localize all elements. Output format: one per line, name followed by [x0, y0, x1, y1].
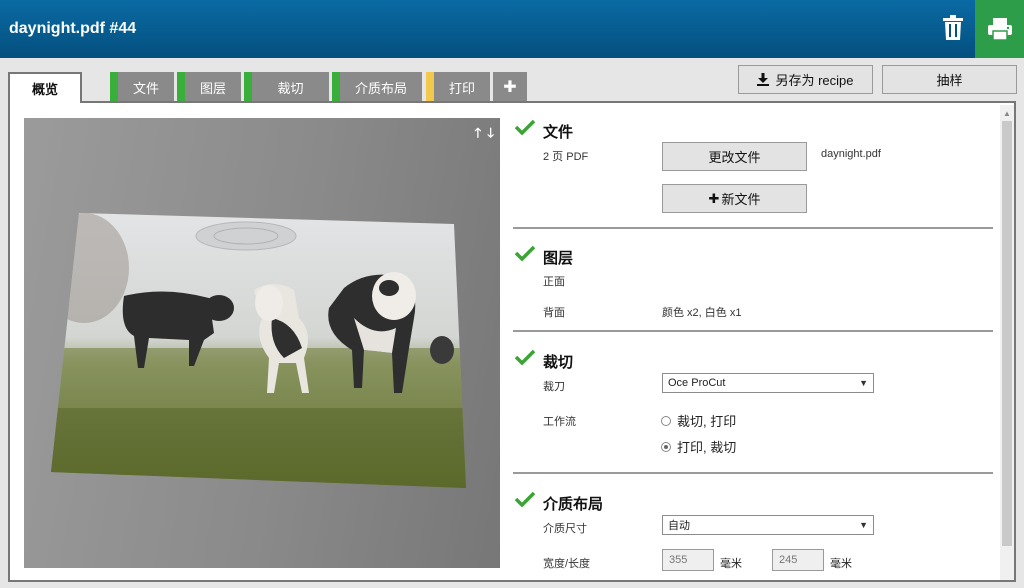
- section-divider: [513, 330, 993, 332]
- media-size-select[interactable]: 自动 ▼: [662, 515, 874, 535]
- radio-selected-icon: [661, 441, 671, 452]
- width-length-label: 宽度/长度: [543, 558, 591, 570]
- change-file-button[interactable]: 更改文件: [662, 142, 807, 171]
- media-size-label: 介质尺寸: [543, 523, 587, 535]
- caret-down-icon: ▼: [859, 520, 868, 530]
- layers-section-title: 图层: [543, 250, 574, 267]
- workflow-option-label: 裁切, 打印: [677, 414, 737, 429]
- plus-icon: ✚: [708, 190, 720, 206]
- cutter-select[interactable]: Oce ProCut ▼: [662, 373, 874, 393]
- settings-scrollbar[interactable]: ▲: [1000, 105, 1014, 580]
- back-label: 背面: [543, 307, 565, 319]
- check-icon: [515, 349, 535, 365]
- cut-section-title: 裁切: [543, 354, 574, 371]
- file-pages: 2 页 PDF: [543, 151, 589, 163]
- cutter-value: Oce ProCut: [668, 377, 726, 389]
- save-as-recipe-label: 另存为 recipe: [775, 73, 854, 88]
- check-icon: [515, 491, 535, 507]
- tab-layers[interactable]: 图层: [177, 72, 241, 102]
- length-unit: 毫米: [830, 558, 852, 570]
- caret-down-icon: ▼: [859, 378, 868, 388]
- tab-media-layout[interactable]: 介质布局: [332, 72, 422, 102]
- scroll-thumb[interactable]: [1002, 121, 1012, 546]
- width-input[interactable]: 355: [662, 549, 714, 571]
- tab-cut[interactable]: 裁切: [244, 72, 329, 102]
- radio-icon: [661, 415, 671, 426]
- overview-panel: 🡑 🡓 文件 2 页 PDF 更改文件 daynight.pdf ✚ 新文件 图…: [8, 101, 1016, 582]
- workflow-option-cut-print[interactable]: 裁切, 打印: [661, 411, 736, 430]
- new-file-label: 新文件: [721, 192, 761, 207]
- section-divider: [513, 227, 993, 229]
- tab-overview[interactable]: 概览: [8, 72, 82, 103]
- file-section-title: 文件: [543, 124, 574, 141]
- tab-file[interactable]: 文件: [110, 72, 174, 102]
- sample-button[interactable]: 抽样: [882, 65, 1017, 94]
- workflow-option-print-cut[interactable]: 打印, 裁切: [661, 437, 736, 456]
- trash-icon: [943, 15, 963, 40]
- section-divider: [513, 472, 993, 474]
- preview-sheet-image: [51, 213, 466, 488]
- tab-print[interactable]: 打印: [426, 72, 490, 102]
- new-file-button[interactable]: ✚ 新文件: [662, 184, 807, 213]
- width-unit: 毫米: [720, 558, 742, 570]
- add-tab-button[interactable]: ✚: [493, 72, 527, 102]
- check-icon: [515, 119, 535, 135]
- front-label: 正面: [543, 276, 565, 288]
- media-section-title: 介质布局: [543, 496, 604, 513]
- settings-column: 文件 2 页 PDF 更改文件 daynight.pdf ✚ 新文件 图层 正面…: [513, 103, 993, 580]
- cutter-label: 裁刀: [543, 381, 565, 393]
- download-icon: [757, 73, 770, 86]
- file-name: daynight.pdf: [821, 148, 881, 160]
- workflow-option-label: 打印, 裁切: [677, 440, 737, 455]
- check-icon: [515, 245, 535, 261]
- length-input[interactable]: 245: [772, 549, 824, 571]
- media-size-value: 自动: [668, 520, 690, 532]
- delete-button[interactable]: [932, 6, 974, 50]
- workflow-label: 工作流: [543, 416, 576, 428]
- back-value: 颜色 x2, 白色 x1: [662, 307, 742, 319]
- printer-icon: [987, 18, 1012, 41]
- scroll-up-icon[interactable]: ▲: [1003, 109, 1011, 118]
- print-preview: 🡑 🡓: [24, 118, 500, 568]
- job-title: daynight.pdf #44: [9, 20, 137, 37]
- app-header: daynight.pdf #44: [0, 0, 1024, 58]
- save-as-recipe-button[interactable]: 另存为 recipe: [738, 65, 873, 94]
- print-button[interactable]: [975, 0, 1024, 58]
